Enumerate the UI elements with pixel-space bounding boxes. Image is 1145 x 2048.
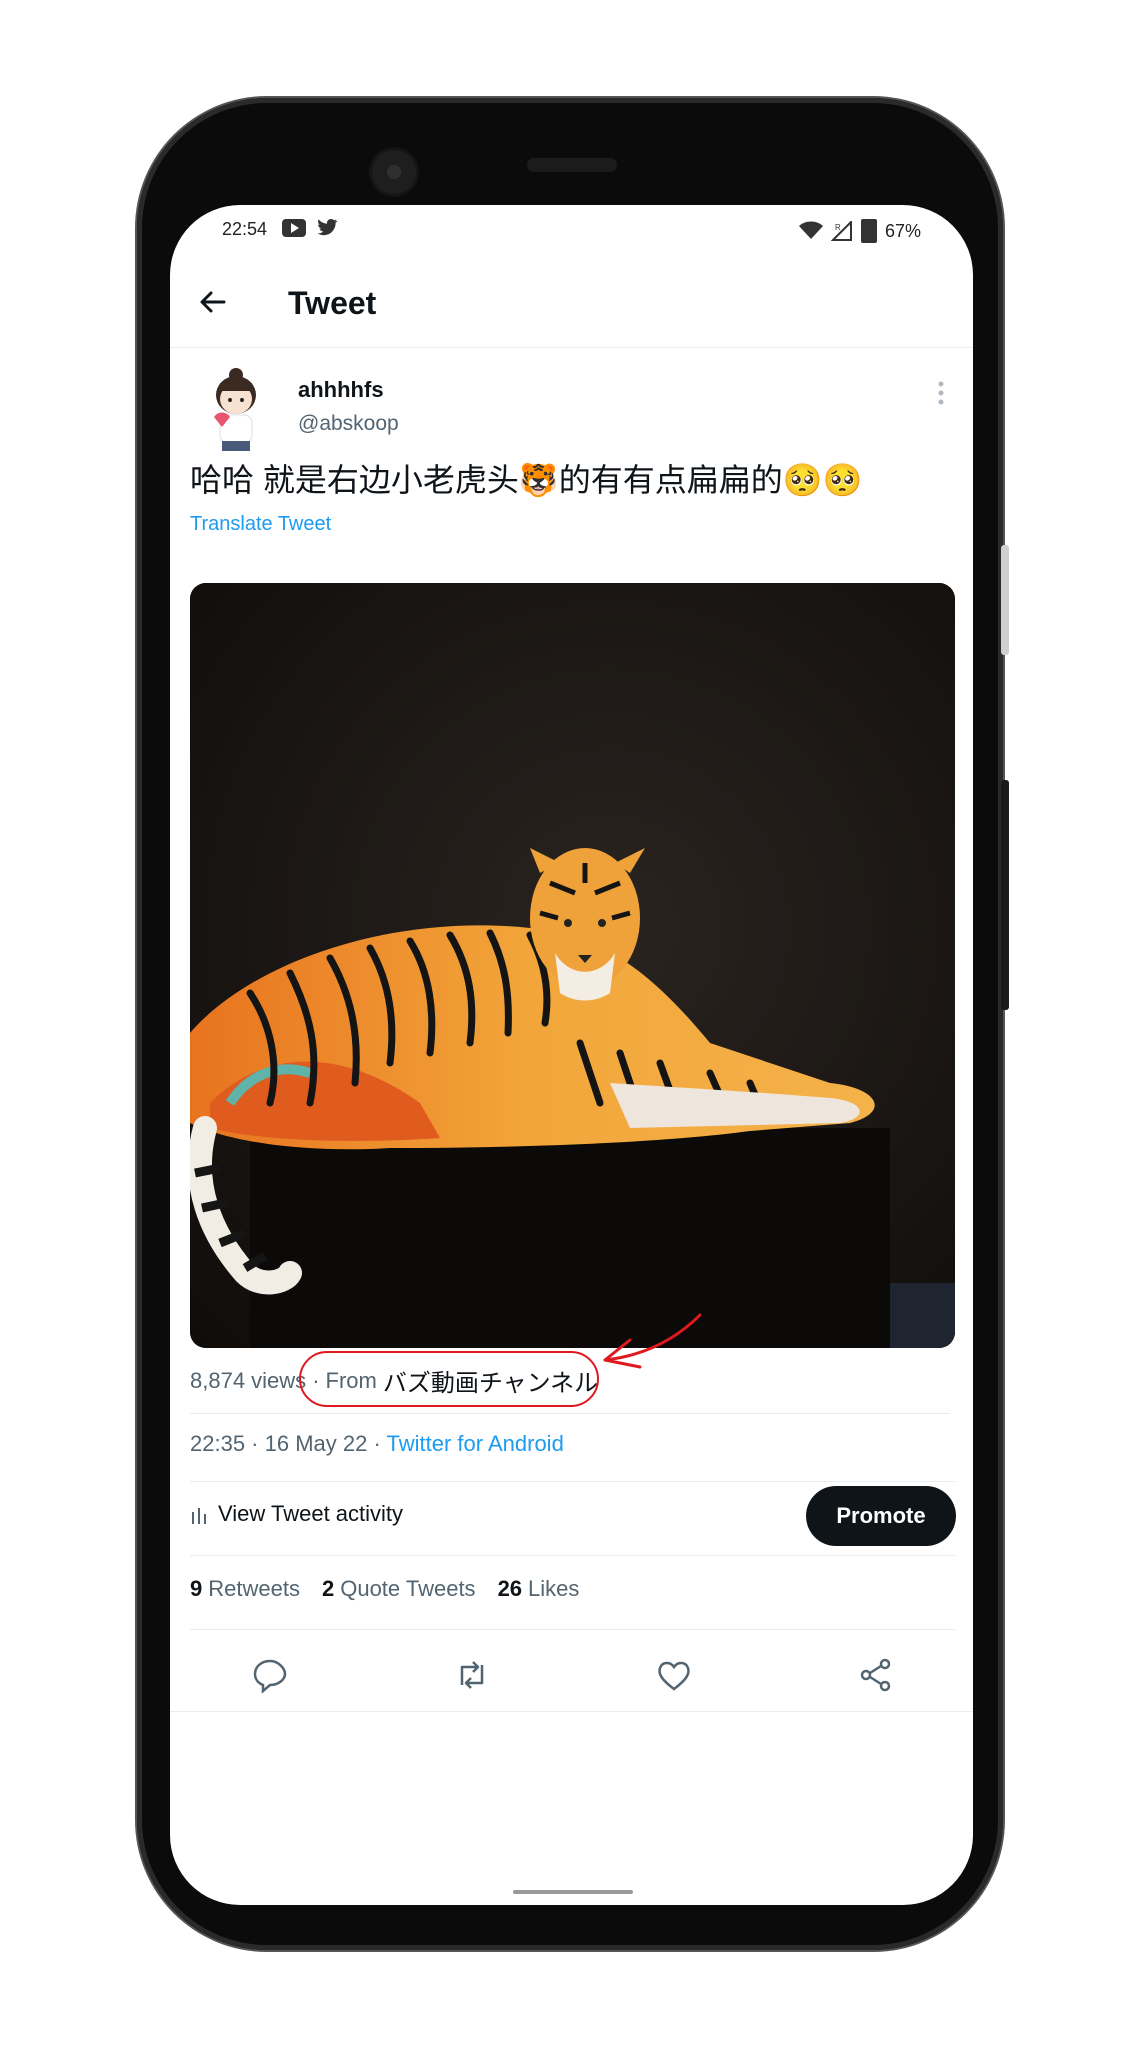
engagement-stats: 9 Retweets 2 Quote Tweets 26 Likes (190, 1576, 579, 1602)
battery-text: 67% (884, 220, 921, 241)
view-tweet-activity[interactable]: View Tweet activity (190, 1501, 403, 1527)
twitter-bird-icon (317, 218, 338, 236)
divider (190, 1629, 955, 1630)
network-label: R (835, 223, 841, 232)
front-camera (372, 150, 416, 194)
signal-icon: R (830, 221, 852, 241)
screen: 22:54 R 67% Tweet ahhhhfs @abskoop 哈哈 就是… (170, 205, 973, 1905)
red-annotation-arrow (603, 1313, 702, 1369)
youtube-icon (282, 219, 306, 237)
status-bar: 22:54 R 67% (170, 205, 973, 255)
divider (190, 1555, 955, 1556)
gesture-nav-bar[interactable] (513, 1890, 633, 1894)
retweets-stat[interactable]: 9 Retweets (190, 1576, 300, 1602)
author-handle[interactable]: @abskoop (298, 412, 399, 436)
like-icon[interactable] (654, 1655, 694, 1695)
tweet-action-bar (170, 1633, 973, 1719)
timestamp-line: 22:35 · 16 May 22 · Twitter for Android (190, 1431, 564, 1457)
quotes-count: 2 (321, 1576, 335, 1601)
promote-button[interactable]: Promote (806, 1486, 956, 1546)
activity-label: View Tweet activity (218, 1501, 404, 1526)
likes-stat[interactable]: 26 Likes (498, 1576, 580, 1602)
page-title: Tweet (288, 285, 377, 321)
divider (190, 1481, 955, 1482)
likes-label: Likes (528, 1576, 580, 1601)
share-icon[interactable] (856, 1655, 896, 1695)
wifi-icon (798, 221, 823, 239)
avatar[interactable] (200, 365, 272, 455)
tweet-text: 哈哈 就是右边小老虎头🐯的有有点扁扁的🥺🥺 (190, 462, 863, 498)
reply-icon[interactable] (250, 1655, 290, 1695)
battery-icon (860, 219, 877, 243)
tweet-datetime: 22:35 · 16 May 22 · (190, 1431, 387, 1456)
retweet-icon[interactable] (452, 1655, 492, 1695)
translate-tweet-link[interactable]: Translate Tweet (190, 513, 331, 536)
divider (190, 1413, 950, 1414)
retweets-count: 9 (190, 1576, 203, 1601)
quotes-label: Quote Tweets (340, 1576, 476, 1601)
back-arrow-icon[interactable] (198, 287, 228, 317)
volume-button (1001, 780, 1009, 1010)
tweet-header: Tweet (170, 255, 973, 348)
side-button (1001, 545, 1009, 655)
tiger-bodypaint-image (190, 583, 955, 1348)
status-time: 22:54 (222, 219, 268, 239)
divider (170, 1711, 973, 1712)
earpiece-speaker (527, 158, 617, 172)
quote-tweets-stat[interactable]: 2 Quote Tweets (322, 1576, 476, 1602)
red-annotation-circle (299, 1351, 599, 1407)
tweet-media-image[interactable] (190, 583, 955, 1348)
likes-count: 26 (497, 1576, 523, 1601)
retweets-label: Retweets (208, 1576, 300, 1601)
more-vert-icon[interactable] (938, 381, 944, 405)
author-name[interactable]: ahhhhfs (298, 377, 384, 403)
views-count: 8,874 views (190, 1367, 307, 1393)
client-link[interactable]: Twitter for Android (387, 1431, 564, 1456)
chart-bars-icon (192, 1508, 206, 1524)
